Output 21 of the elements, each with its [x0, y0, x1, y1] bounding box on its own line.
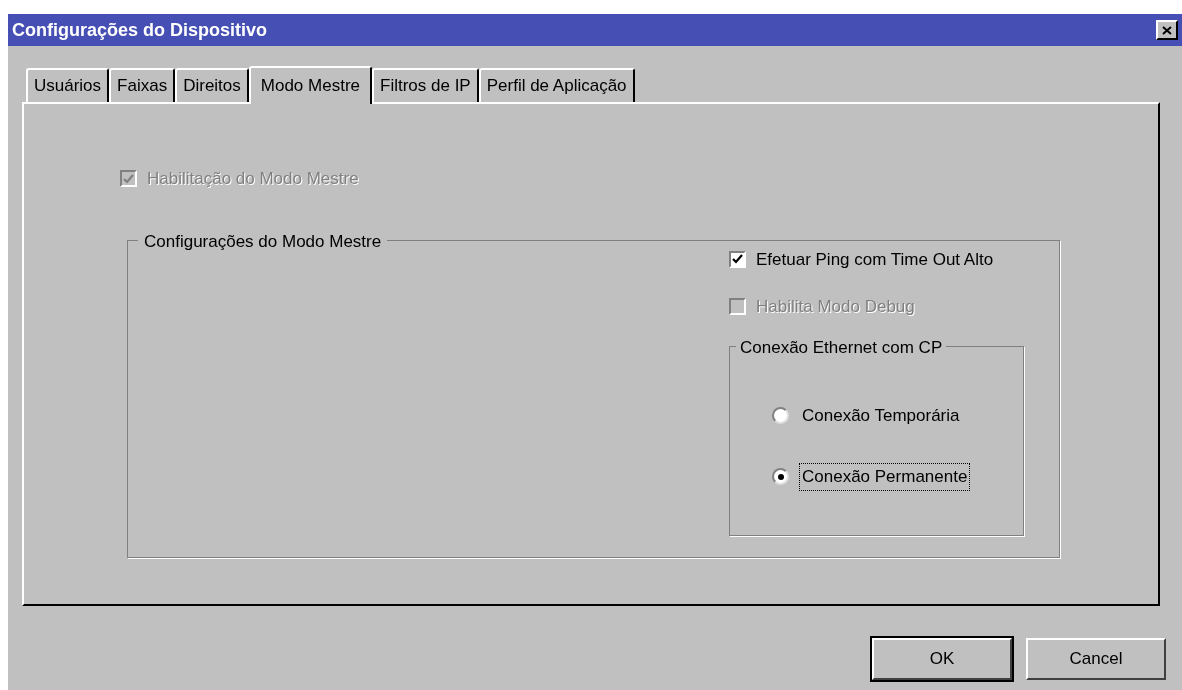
radio-button[interactable] [772, 406, 789, 424]
dialog-button[interactable]: Cancel [1026, 638, 1166, 680]
window-title: Configurações do Dispositivo [12, 18, 268, 42]
tab[interactable]: Usuários [26, 68, 110, 102]
checkbox-label: Efetuar Ping com Time Out Alto [756, 248, 994, 271]
close-button[interactable] [1156, 20, 1178, 40]
radio-label: Conexão Temporária [801, 404, 961, 427]
tab[interactable]: Perfil de Aplicação [478, 68, 635, 102]
checkbox-label: Habilitação do Modo Mestre [147, 168, 359, 190]
radio-button[interactable] [772, 468, 789, 486]
checkbox-label: Habilita Modo Debug [756, 296, 915, 318]
check-icon [123, 173, 134, 184]
dialog-button[interactable]: OK [872, 638, 1012, 680]
close-icon [1162, 25, 1172, 35]
tab[interactable]: Direitos [175, 68, 249, 102]
radio-label: Conexão Permanente [799, 463, 971, 491]
tab[interactable]: Faixas [109, 68, 176, 102]
tab[interactable]: Modo Mestre [248, 66, 372, 104]
checkbox[interactable] [729, 250, 746, 268]
check-icon [732, 254, 743, 265]
tab[interactable]: Filtros de IP [372, 68, 479, 102]
